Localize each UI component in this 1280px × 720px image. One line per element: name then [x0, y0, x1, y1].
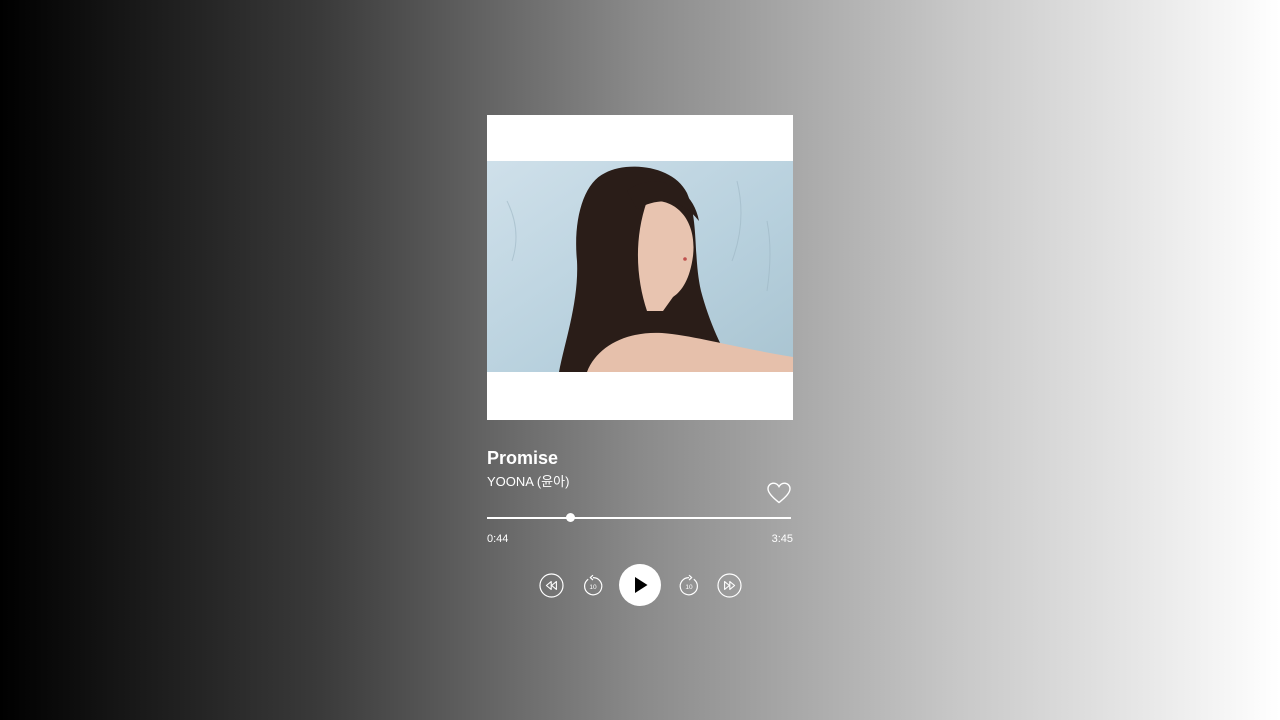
- rewind-icon: [539, 573, 564, 598]
- skip-forward-button[interactable]: 10: [678, 573, 700, 597]
- album-art: [487, 115, 793, 420]
- fast-forward-button[interactable]: [717, 573, 742, 598]
- forward-10-icon: 10: [679, 574, 698, 596]
- skip-forward-seconds: 10: [685, 584, 693, 591]
- track-title: Promise: [487, 448, 559, 468]
- replay-10-icon: 10: [584, 574, 603, 596]
- play-button[interactable]: [619, 564, 661, 606]
- rewind-button[interactable]: [539, 573, 564, 598]
- fast-forward-icon: [717, 573, 742, 598]
- skip-back-button[interactable]: 10: [582, 573, 604, 597]
- progress-bar[interactable]: [487, 513, 791, 522]
- like-button[interactable]: [766, 481, 792, 505]
- play-icon: [635, 577, 648, 593]
- album-photo: [487, 161, 793, 372]
- current-time: 0:44: [487, 533, 509, 545]
- progress-handle[interactable]: [565, 513, 575, 522]
- track-artist: YOONA (윤아): [487, 474, 570, 489]
- music-player-card: Promise YOONA (윤아) 0:44 3:45 10 10: [487, 115, 793, 606]
- total-time: 3:45: [771, 533, 793, 545]
- skip-back-seconds: 10: [589, 584, 597, 591]
- heart-outline-icon: [767, 482, 791, 504]
